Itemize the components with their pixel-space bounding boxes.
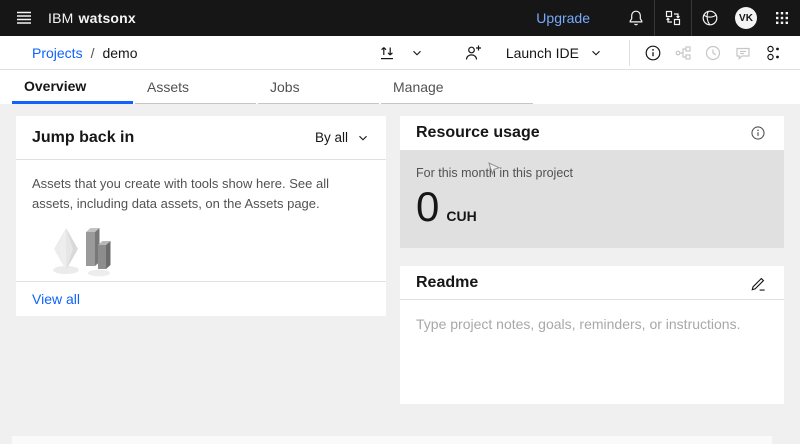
app-switcher-icon: [776, 12, 788, 24]
readme-header: Readme: [400, 266, 784, 300]
tab-assets[interactable]: Assets: [135, 70, 256, 104]
edit-pencil-icon: [750, 277, 765, 291]
next-section-card-edge: [12, 436, 772, 444]
comments-button: [728, 36, 758, 70]
flow-icon: [675, 45, 691, 60]
import-menu-button[interactable]: [402, 36, 432, 70]
mouse-cursor: [488, 162, 500, 176]
readme-placeholder[interactable]: Type project notes, goals, reminders, or…: [400, 300, 784, 348]
readme-edit-button[interactable]: [748, 266, 768, 300]
resource-usage-panel: For this month in this project 0 CUH: [400, 150, 784, 248]
resource-usage-header: Resource usage: [400, 116, 784, 150]
jump-back-in-card: Jump back in By all Assets that you crea…: [16, 116, 386, 316]
transfer-icon: [665, 10, 681, 26]
add-user-icon: [465, 45, 481, 60]
breadcrumb-current: demo: [102, 44, 138, 61]
resource-usage-value-row: 0 CUH: [416, 186, 768, 228]
readme-title: Readme: [416, 273, 479, 291]
launch-ide-label: Launch IDE: [505, 44, 579, 61]
import-icon: [380, 46, 393, 59]
transfer-button[interactable]: [655, 0, 691, 36]
brand-name: watsonx: [78, 10, 136, 26]
brand: IBM watsonx: [48, 10, 136, 26]
global-header: IBM watsonx Upgrade VK: [0, 0, 800, 36]
filter-by-all-label: By all: [314, 130, 348, 145]
resource-usage-unit: CUH: [446, 208, 477, 224]
filter-by-all-dropdown[interactable]: By all: [315, 130, 370, 145]
flow-button: [668, 36, 698, 70]
menu-icon: [17, 11, 31, 24]
add-collaborator-button[interactable]: [458, 36, 488, 70]
account-button[interactable]: VK: [728, 0, 764, 36]
resources-button[interactable]: [692, 0, 728, 36]
resource-usage-value: 0: [416, 183, 440, 230]
project-toolbar: Projects / demo Launch IDE: [0, 36, 800, 70]
resource-usage-title: Resource usage: [416, 124, 540, 141]
globe-icon: [702, 10, 718, 26]
import-group: [372, 36, 432, 70]
tab-overview[interactable]: Overview: [12, 70, 133, 104]
brand-prefix: IBM: [48, 10, 74, 26]
chevron-down-icon: [412, 50, 421, 56]
project-info-button[interactable]: [638, 36, 668, 70]
members-icon: [767, 45, 779, 60]
resource-usage-card: Resource usage For this month in this pr…: [400, 116, 784, 248]
comments-icon: [736, 47, 750, 60]
breadcrumb-separator: /: [90, 44, 95, 61]
chevron-down-icon: [592, 50, 600, 56]
watsonx-project-page: IBM watsonx Upgrade VK Projects / demo L…: [0, 0, 800, 444]
members-button[interactable]: [758, 36, 788, 70]
avatar: VK: [735, 7, 757, 29]
resource-usage-period: For this month in this project: [416, 166, 574, 180]
notifications-button[interactable]: [618, 0, 654, 36]
view-all-link[interactable]: View all: [32, 291, 80, 307]
toolbar-actions: Launch IDE: [372, 36, 800, 70]
recent-icon: [705, 45, 721, 60]
breadcrumb: Projects / demo: [32, 45, 138, 61]
jump-back-in-title: Jump back in: [32, 128, 135, 146]
header-actions: Upgrade VK: [536, 0, 800, 36]
view-all-row: View all: [16, 282, 386, 316]
breadcrumb-projects-link[interactable]: Projects: [32, 45, 83, 61]
app-switcher-button[interactable]: [764, 0, 800, 36]
toolbar-divider: [629, 39, 630, 66]
assets-illustration: [53, 228, 111, 277]
jump-back-in-header: Jump back in By all: [16, 116, 386, 160]
bell-icon: [629, 10, 643, 26]
launch-ide-button[interactable]: Launch IDE: [506, 45, 603, 61]
info-icon: [751, 126, 765, 140]
tab-manage[interactable]: Manage: [381, 70, 533, 104]
import-button[interactable]: [372, 36, 402, 70]
chevron-down-icon: [359, 135, 367, 141]
info-icon: [645, 45, 661, 60]
tab-bar: Overview Assets Jobs Manage: [0, 70, 800, 104]
recent-activity-button: [698, 36, 728, 70]
readme-card: Readme Type project notes, goals, remind…: [400, 266, 784, 404]
upgrade-link[interactable]: Upgrade: [536, 10, 590, 26]
resource-usage-info-button[interactable]: [748, 116, 768, 150]
menu-button[interactable]: [0, 0, 48, 36]
jump-back-in-description: Assets that you create with tools show h…: [32, 176, 329, 211]
tab-jobs[interactable]: Jobs: [258, 70, 379, 104]
